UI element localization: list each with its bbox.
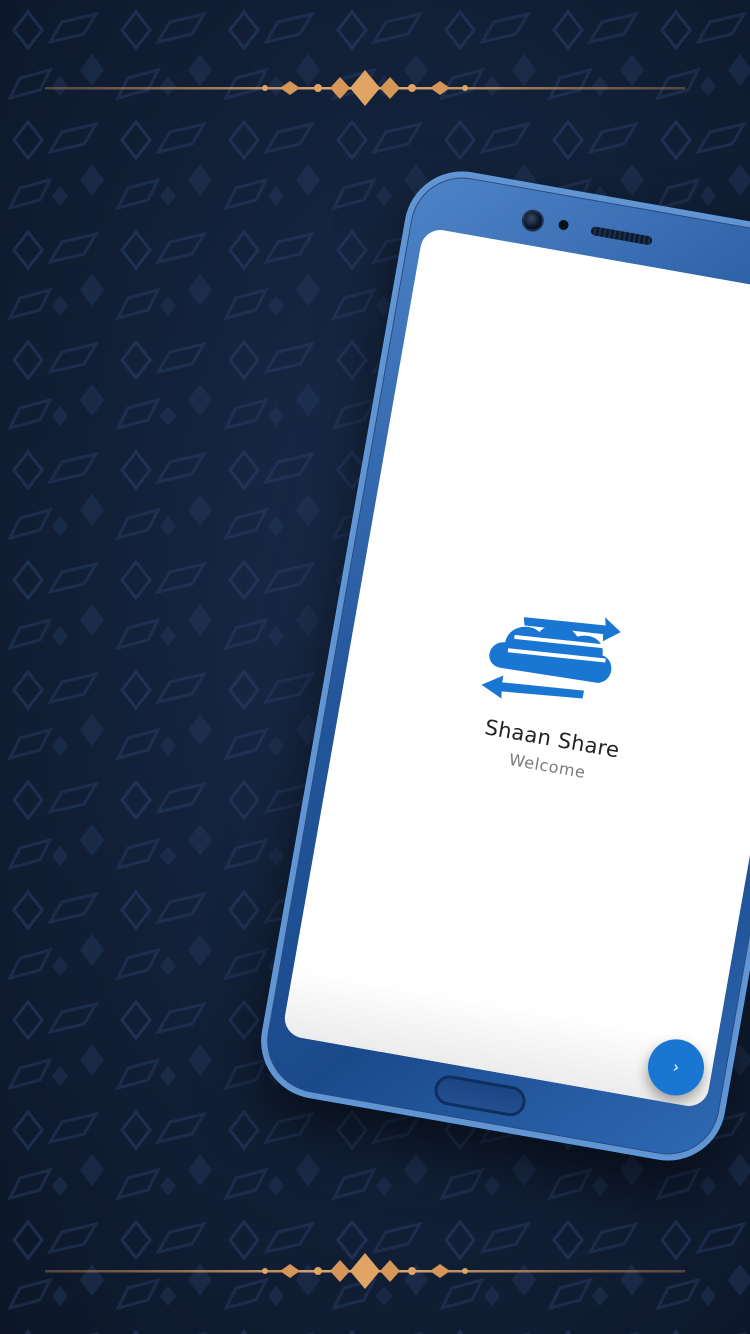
cloud-transfer-icon [481, 617, 621, 699]
phone-mockup-area: Shaan Share Welcome › [0, 0, 750, 1334]
phone-frame: Shaan Share Welcome › [251, 162, 750, 1170]
chevron-right-icon: › [671, 1056, 681, 1077]
phone-screen: Shaan Share Welcome › [281, 226, 750, 1110]
